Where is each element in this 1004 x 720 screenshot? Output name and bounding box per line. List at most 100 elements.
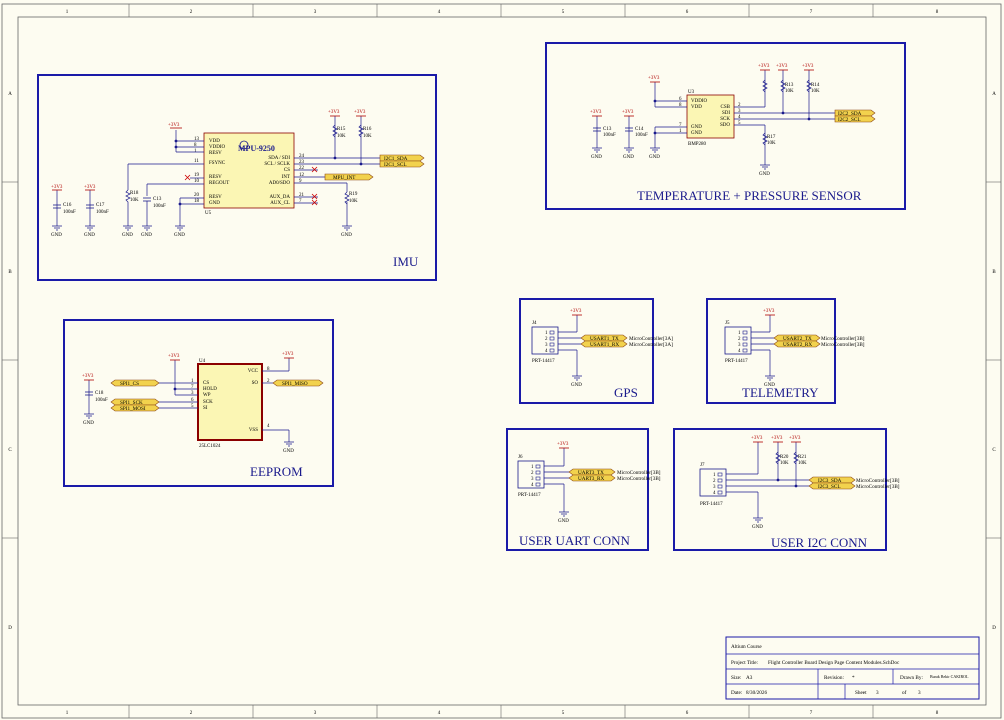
part-value: 100nF — [63, 210, 76, 215]
pin-label: VDDIO — [691, 99, 707, 104]
pin-number: 3 — [545, 343, 548, 348]
part-value: 100nF — [95, 398, 108, 403]
vcc-label: +3V3 — [82, 374, 94, 379]
gnd-label: GND — [759, 172, 770, 177]
uart-block[interactable]: USER UART CONN J6 PRT-14417 1 2 3 4 +3V3… — [506, 428, 661, 551]
vcc-label: +3V3 — [771, 436, 783, 441]
baro-block[interactable]: TEMPERATURE + PRESSURE SENSOR U3 BMP280 … — [545, 42, 906, 210]
eeprom-passives: C18 100nF — [85, 391, 108, 403]
net-label-i2c2-scl: I2C2_SCL — [838, 117, 860, 123]
part-ref: C16 — [63, 203, 72, 208]
pin-label: CS — [284, 168, 290, 173]
of-label: of — [902, 689, 907, 696]
telemetry-wires — [751, 315, 778, 376]
telemetry-block-title: TELEMETRY — [742, 385, 819, 400]
sheet-number: 3 — [876, 690, 879, 696]
part-ref: R15 — [337, 127, 346, 132]
chip-ref: U3 — [688, 90, 695, 95]
bmp280-chip[interactable]: U3 BMP280 VDDIO VDD GND GND 6 8 7 1 CSB … — [679, 90, 741, 147]
row-label: A — [8, 92, 12, 97]
gnd-label: GND — [591, 155, 602, 160]
uart-connector[interactable]: J6 PRT-14417 1 2 3 4 — [517, 455, 545, 498]
net-label-usart1-rx: USART1_RX — [590, 342, 619, 348]
col-label: 1 — [66, 711, 69, 716]
i2c-block[interactable]: USER I2C CONN J7 PRT-14417 1 2 3 4 R20 1… — [673, 428, 900, 551]
connector-part: PRT-14417 — [532, 359, 555, 364]
telemetry-connector[interactable]: J5 PRT-14417 1 2 3 4 — [724, 321, 752, 364]
col-label: 3 — [314, 10, 317, 15]
imu-net-ports[interactable]: I2C1_SDA I2C1_SCL MPU_INT — [324, 154, 425, 181]
vcc-label: +3V3 — [763, 309, 775, 314]
sheet-ref[interactable]: MicroController[3A] — [629, 342, 673, 348]
25lc1024-chip[interactable]: U4 25LC1024 CS HOLD WP SCK SI 1 7 3 6 5 … — [191, 359, 270, 449]
col-label: 2 — [190, 711, 193, 716]
vcc-label: +3V3 — [622, 110, 634, 115]
row-label: C — [992, 448, 996, 453]
sheet-ref[interactable]: MicroController[3B] — [821, 342, 865, 348]
pin-label: SCK — [720, 117, 730, 122]
pin-label: GND — [209, 201, 220, 206]
col-label: 7 — [810, 711, 813, 716]
col-label: 7 — [810, 10, 813, 15]
pin-number: 3 — [738, 343, 741, 348]
gnd-label: GND — [571, 383, 582, 388]
company-name: Altium Course — [731, 644, 762, 650]
part-ref: C14 — [635, 127, 644, 132]
vcc-label: +3V3 — [328, 110, 340, 115]
part-ref: R20 — [780, 455, 789, 460]
vcc-label: +3V3 — [758, 64, 770, 69]
gps-wires — [558, 315, 585, 376]
chip-name: 25LC1024 — [199, 444, 221, 449]
imu-block-title: IMU — [393, 254, 419, 269]
part-value: 100nF — [603, 133, 616, 138]
gnd-label: GND — [51, 233, 62, 238]
baro-net-ports[interactable]: I2C2_SDA I2C2_SCL — [834, 109, 876, 123]
col-label: 8 — [936, 10, 939, 15]
pin-label: VDD — [209, 139, 220, 144]
pin-label: RESV — [209, 175, 222, 180]
part-value: 10K — [337, 134, 346, 139]
chip-ref: U4 — [199, 359, 206, 364]
project-label: Project Title: — [731, 660, 759, 666]
part-ref: R17 — [767, 135, 776, 140]
pin-number: 2 — [738, 337, 741, 342]
part-value: 10K — [798, 461, 807, 466]
vcc-label: +3V3 — [168, 123, 180, 128]
col-label: 2 — [190, 10, 193, 15]
uart-block-title: USER UART CONN — [519, 533, 631, 548]
telemetry-block[interactable]: TELEMETRY J5 PRT-14417 1 2 3 4 +3V3 GND — [706, 298, 865, 404]
pin-label: GND — [691, 131, 702, 136]
sheet-ref[interactable]: MicroController[3B] — [856, 484, 900, 490]
connector-part: PRT-14417 — [518, 493, 541, 498]
schematic-sheet: 1 2 3 4 5 6 7 8 1 2 3 4 5 6 7 8 A B C D … — [0, 0, 1004, 720]
pin-number: 10 — [194, 179, 200, 184]
col-label: 6 — [686, 711, 689, 716]
pin-number: 3 — [713, 485, 716, 490]
pin-number: 18 — [194, 199, 200, 204]
revision-label: Revision: — [824, 675, 844, 681]
sheet-ref[interactable]: MicroController[3B] — [617, 476, 661, 482]
i2c-wires — [726, 442, 813, 518]
pin-number: 2 — [545, 337, 548, 342]
part-ref: C18 — [95, 391, 104, 396]
pin-label: AUX_CL — [270, 201, 290, 206]
col-label: 4 — [438, 10, 441, 15]
pin-label: RESV — [209, 195, 222, 200]
junction-dots — [173, 387, 177, 391]
mpu9250-chip[interactable]: MPU-9250 U5 VDD VDDIO RESV FSYNC RESV RE… — [194, 132, 305, 216]
pin-number: 1 — [713, 473, 716, 478]
date-label: Date: — [731, 690, 743, 696]
i2c-connector[interactable]: J7 PRT-14417 1 2 3 4 — [699, 463, 727, 507]
vcc-label: +3V3 — [282, 352, 294, 357]
pin-number: 11 — [194, 159, 199, 164]
eeprom-block[interactable]: EEPROM U4 25LC1024 CS HOLD WP SCK SI 1 7… — [63, 319, 334, 487]
part-ref: R18 — [130, 191, 139, 196]
gnd-label: GND — [764, 383, 775, 388]
gps-connector[interactable]: J4 PRT-14417 1 2 3 4 — [531, 321, 559, 364]
part-ref: C17 — [96, 203, 105, 208]
imu-block[interactable]: IMU MPU-9250 U5 VDD VDDIO RESV FSYNC RES… — [37, 74, 437, 281]
pin-label: RESV — [209, 151, 222, 156]
vcc-label: +3V3 — [802, 64, 814, 69]
gps-block[interactable]: GPS J4 PRT-14417 1 2 3 4 +3V3 GND USART1… — [519, 298, 673, 404]
connector-part: PRT-14417 — [725, 359, 748, 364]
